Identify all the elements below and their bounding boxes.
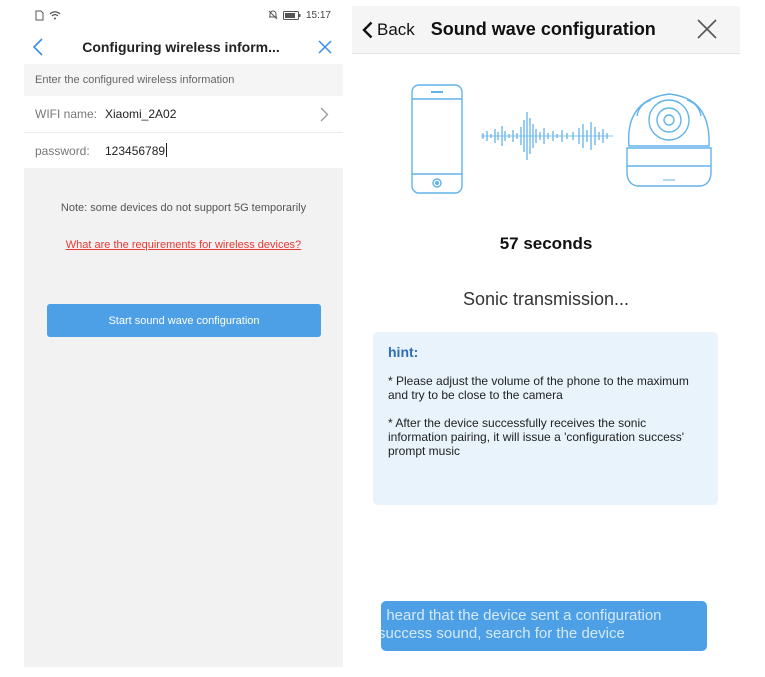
password-value: 123456789 xyxy=(105,144,166,158)
password-input[interactable]: 123456789 xyxy=(105,143,329,158)
search-device-button[interactable]: I heard that the device sent a configura… xyxy=(381,601,707,651)
left-screen: 15:17 Configuring wireless inform... Ent… xyxy=(24,0,343,667)
back-chevron-icon[interactable] xyxy=(32,38,44,56)
hint-item: * After the device successfully receives… xyxy=(388,416,685,458)
right-screen: Back Sound wave configuration 57 seconds… xyxy=(352,6,740,667)
start-sound-wave-button[interactable]: Start sound wave configuration xyxy=(47,304,321,337)
hint-box: hint: * Please adjust the volume of the … xyxy=(373,332,718,505)
text-cursor xyxy=(166,143,168,157)
hint-title: hint: xyxy=(388,344,419,360)
requirements-link[interactable]: What are the requirements for wireless d… xyxy=(24,239,343,251)
page-title: Configuring wireless inform... xyxy=(82,39,280,55)
mute-icon xyxy=(268,10,278,20)
close-icon[interactable] xyxy=(318,40,332,54)
battery-icon xyxy=(282,10,301,20)
wifi-name-value: Xiaomi_2A02 xyxy=(105,107,177,121)
back-chevron-icon xyxy=(362,21,373,38)
sound-wave-illustration xyxy=(411,84,712,194)
right-chevron-icon xyxy=(320,107,329,121)
left-header: Configuring wireless inform... xyxy=(24,30,343,64)
phone-icon xyxy=(411,84,463,194)
wifi-name-label: WIFI name: xyxy=(35,107,98,121)
back-label: Back xyxy=(377,19,415,39)
note-text: Note: some devices do not support 5G tem… xyxy=(60,202,307,214)
wifi-name-row[interactable]: WIFI name: Xiaomi_2A02 xyxy=(24,96,343,132)
status-time: 15:17 xyxy=(305,9,331,21)
hint-item: * Please adjust the volume of the phone … xyxy=(388,374,689,402)
transmission-status: Sonic transmission... xyxy=(462,289,630,309)
page-title: Sound wave configuration xyxy=(430,19,656,39)
sim-icon xyxy=(35,10,44,20)
status-bar: 15:17 xyxy=(24,0,343,30)
password-row: password: 123456789 xyxy=(24,132,343,168)
close-icon[interactable] xyxy=(696,18,718,40)
sound-wave-icon xyxy=(481,112,613,160)
password-label: password: xyxy=(35,143,90,158)
search-device-button-line1: I heard that the device sent a configura… xyxy=(381,607,662,624)
back-button[interactable]: Back xyxy=(352,20,415,40)
section-label: Enter the configured wireless informatio… xyxy=(24,64,343,96)
camera-icon xyxy=(626,93,712,187)
search-device-button-line2: success sound, search for the device xyxy=(381,625,625,642)
wifi-icon xyxy=(49,11,61,20)
countdown-text: 57 seconds xyxy=(499,234,593,253)
right-header: Back Sound wave configuration xyxy=(352,6,740,54)
